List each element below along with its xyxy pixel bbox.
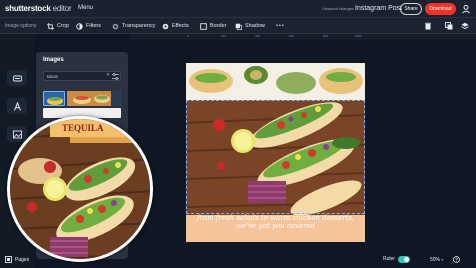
logo-suffix: editor: [52, 4, 72, 13]
image-result-thumbnail[interactable]: [67, 91, 121, 106]
crop-button[interactable]: Crop: [47, 21, 69, 31]
image-search-input[interactable]: [47, 73, 103, 80]
zoom-value: 50%: [430, 256, 441, 263]
layers-icon[interactable]: [461, 22, 469, 30]
border-label: Border: [210, 23, 227, 29]
ruler-toggle[interactable]: [398, 256, 410, 263]
ruler-tick: 600: [289, 34, 295, 38]
taco-thumbnail-image: [47, 97, 63, 105]
shadow-icon: [235, 23, 242, 30]
horizontal-ruler: 0 200 400 600 800 1000: [130, 34, 476, 40]
ruler-label: Ruler: [383, 256, 395, 262]
unsaved-status: Unsaved changes: [322, 6, 355, 11]
filters-button[interactable]: Filters: [76, 21, 101, 31]
panel-title: Images: [43, 57, 64, 63]
transparency-button[interactable]: Transparency: [112, 21, 155, 31]
pages-button[interactable]: Pages: [5, 256, 29, 263]
ruler-tick: 400: [255, 34, 261, 38]
document-title[interactable]: Instagram Post: [355, 5, 402, 12]
filter-icon[interactable]: [112, 73, 119, 80]
shadow-label: Shadow: [245, 23, 265, 29]
user-icon[interactable]: [461, 4, 471, 14]
effects-label: Effects: [172, 23, 189, 29]
shadow-button[interactable]: Shadow: [235, 21, 265, 31]
taco-thumbnail-image: [67, 91, 121, 106]
transparency-icon: [112, 23, 119, 29]
zoom-level[interactable]: 50% ▾: [430, 256, 460, 263]
text-icon: [13, 101, 21, 111]
design-canvas[interactable]: from fresh salads to warm chicken desser…: [186, 63, 365, 242]
image-options-label: Image options: [5, 23, 37, 29]
filters-label: Filters: [86, 23, 101, 29]
menu-button[interactable]: Menu: [78, 5, 93, 11]
keyboard-icon: [12, 75, 22, 81]
zoom-magnifier: TEQUILA: [7, 116, 153, 262]
magnified-taco-image: [10, 119, 150, 259]
ruler-tick: 200: [221, 34, 227, 38]
pages-icon: [5, 256, 12, 263]
image-search-field[interactable]: ✕: [43, 71, 121, 81]
effects-icon: [162, 23, 169, 29]
transparency-label: Transparency: [122, 23, 156, 29]
pages-label: Pages: [15, 256, 30, 263]
clear-search-icon[interactable]: ✕: [106, 72, 110, 78]
image-icon: [12, 130, 22, 138]
more-options-button[interactable]: •••: [276, 21, 285, 31]
selection-outline: [186, 100, 365, 214]
help-icon[interactable]: [452, 256, 460, 263]
images-tool-button[interactable]: [7, 126, 27, 142]
image-result-thumbnail[interactable]: [43, 91, 65, 106]
share-button[interactable]: Share: [400, 3, 422, 15]
download-button[interactable]: Download: [425, 3, 456, 15]
delete-icon[interactable]: [424, 22, 432, 30]
templates-tool-button[interactable]: [7, 70, 27, 86]
zoom-dropdown-icon[interactable]: ▾: [441, 257, 443, 262]
logo-text: shutterstock: [5, 4, 51, 13]
image-options-toolbar: Image options Crop Filters Transparency …: [0, 18, 476, 34]
filters-icon: [76, 22, 83, 30]
border-icon: [200, 22, 207, 30]
effects-button[interactable]: Effects: [162, 21, 189, 31]
crop-icon: [47, 22, 54, 30]
border-button[interactable]: Border: [200, 21, 227, 31]
ruler-tick: 800: [323, 34, 329, 38]
text-tool-button[interactable]: [7, 98, 27, 114]
duplicate-icon[interactable]: [445, 22, 453, 30]
ruler-tick: 0: [187, 34, 189, 38]
app-logo[interactable]: shutterstock editor: [5, 4, 72, 13]
ruler-tick: 1000: [355, 34, 362, 38]
top-bar: shutterstock editor Menu Unsaved changes…: [0, 0, 476, 18]
canvas-caption-text[interactable]: from fresh salads to warm chicken desser…: [194, 214, 357, 230]
crop-label: Crop: [57, 23, 69, 29]
magnified-banner-text: TEQUILA: [62, 123, 104, 133]
